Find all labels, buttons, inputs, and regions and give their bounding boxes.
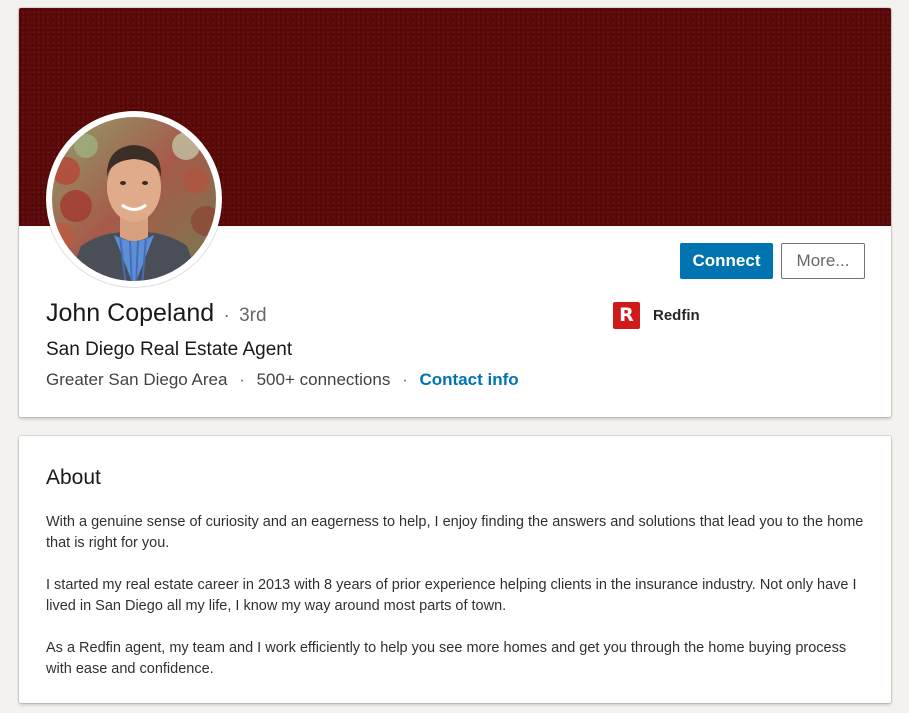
connection-degree: 3rd	[239, 305, 267, 326]
about-paragraph: With a genuine sense of curiosity and an…	[46, 514, 864, 551]
about-title: About	[46, 466, 101, 489]
profile-name: John Copeland	[46, 299, 215, 327]
contact-info-link[interactable]: Contact info	[419, 370, 518, 389]
current-company[interactable]: R Redfin	[613, 302, 700, 329]
company-name: Redfin	[653, 307, 700, 324]
name-line: John Copeland · 3rd	[46, 299, 267, 328]
redfin-logo-icon: R	[613, 302, 640, 329]
profile-meta: Greater San Diego Area · 500+ connection…	[46, 370, 519, 390]
about-paragraph: As a Redfin agent, my team and I work ef…	[46, 640, 847, 677]
profile-headline: San Diego Real Estate Agent	[46, 339, 293, 360]
profile-location: Greater San Diego Area	[46, 370, 228, 389]
profile-card: Connect More... John Copeland · 3rd San …	[19, 8, 891, 417]
meta-separator: ·	[239, 370, 245, 389]
about-body: With a genuine sense of curiosity and an…	[46, 512, 871, 701]
meta-separator: ·	[402, 370, 408, 389]
connections-count[interactable]: 500+ connections	[257, 370, 391, 389]
about-paragraph: I started my real estate career in 2013 …	[46, 577, 857, 614]
about-card: About With a genuine sense of curiosity …	[19, 436, 891, 703]
profile-photo[interactable]	[46, 111, 222, 287]
more-button[interactable]: More...	[781, 243, 865, 279]
name-separator: ·	[223, 305, 230, 325]
connect-button[interactable]: Connect	[680, 243, 773, 279]
